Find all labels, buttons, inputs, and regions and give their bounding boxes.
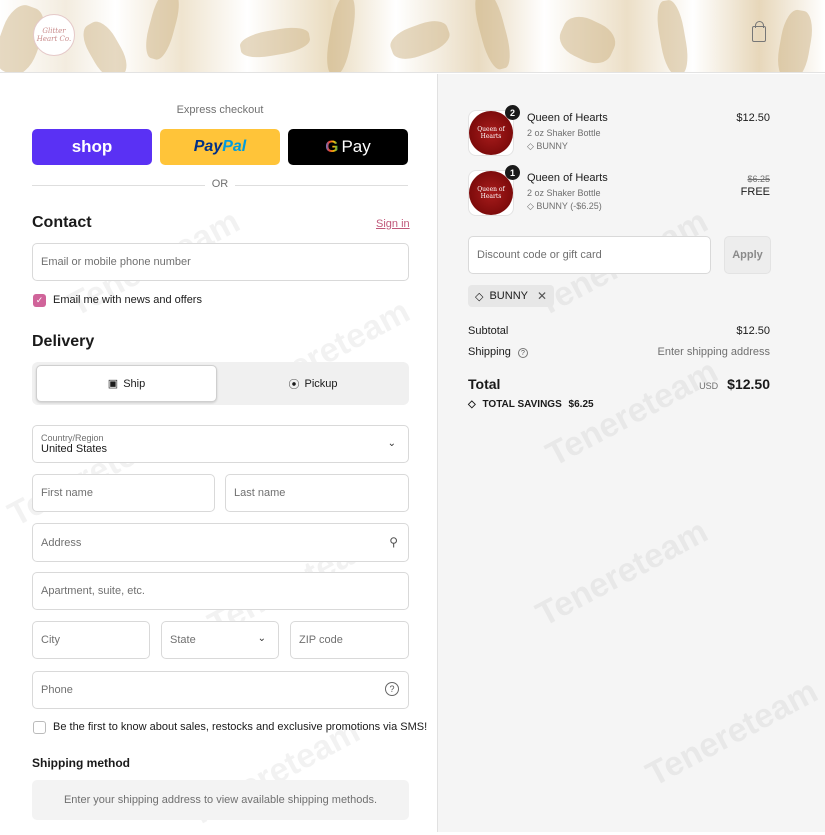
sign-in-link[interactable]: Sign in xyxy=(376,218,410,230)
zip-field[interactable]: ZIP code xyxy=(290,621,409,659)
country-label: Country/Region xyxy=(41,433,104,443)
shipping-label: Shipping ? xyxy=(468,346,528,358)
original-price: $6.25 xyxy=(747,174,770,184)
shipping-label-text: Shipping xyxy=(468,346,511,358)
total-label: Total xyxy=(468,376,501,392)
box-icon: ▣ xyxy=(107,378,119,390)
discount-code-field[interactable]: Discount code or gift card xyxy=(468,236,711,274)
applied-code: BUNNY xyxy=(489,290,528,302)
chevron-down-icon: ⌄ xyxy=(387,438,396,449)
address-field[interactable]: Address ⚲ xyxy=(32,523,409,562)
discount-tag: ◇ BUNNY xyxy=(527,141,568,152)
google-pay-label: Pay xyxy=(341,137,371,156)
quantity-badge: 2 xyxy=(505,105,520,120)
last-name-field[interactable]: Last name xyxy=(225,474,409,512)
sms-checkbox[interactable] xyxy=(33,721,46,734)
first-name-field[interactable]: First name xyxy=(32,474,215,512)
checkout-form: Tenereteam Tenereteam Tenereteam Teneret… xyxy=(0,74,437,834)
product-price: $12.50 xyxy=(736,112,770,124)
watermark: Tenereteam xyxy=(639,672,825,795)
store-logo[interactable]: Glitter Heart Co. xyxy=(33,14,75,56)
google-g-icon: G xyxy=(325,137,339,156)
total-savings: ◇ TOTAL SAVINGS $6.25 xyxy=(468,399,594,410)
tag-icon: ◇ xyxy=(527,141,537,151)
news-checkbox-label: Email me with news and offers xyxy=(53,294,202,306)
address-placeholder: Address xyxy=(41,536,82,549)
city-field[interactable]: City xyxy=(32,621,150,659)
state-select[interactable]: State ⌄ xyxy=(161,621,279,659)
help-icon[interactable]: ? xyxy=(517,348,528,358)
shopping-bag-icon[interactable] xyxy=(752,21,766,42)
paypal-button[interactable]: Pay Pal xyxy=(160,129,280,165)
product-name: Queen of Hearts xyxy=(527,112,608,124)
discount-tag-label: BUNNY xyxy=(536,141,568,151)
banner-decoration xyxy=(653,0,692,72)
google-pay-button[interactable]: G Pay xyxy=(288,129,408,165)
pickup-label: Pickup xyxy=(304,377,338,390)
quantity-badge: 1 xyxy=(505,165,520,180)
delivery-heading: Delivery xyxy=(32,333,95,350)
email-field[interactable]: Email or mobile phone number xyxy=(32,243,409,281)
sms-checkbox-label: Be the first to know about sales, restoc… xyxy=(53,721,428,733)
banner-decoration xyxy=(554,10,621,70)
banner-decoration xyxy=(386,15,454,65)
paypal-label-b: Pal xyxy=(222,138,247,155)
phone-field[interactable]: Phone ? xyxy=(32,671,409,709)
location-pin-icon: ⦿ xyxy=(288,378,300,391)
help-icon[interactable]: ? xyxy=(385,682,399,696)
savings-label: TOTAL SAVINGS xyxy=(482,399,562,410)
country-value: United States xyxy=(41,443,108,455)
apply-button[interactable]: Apply xyxy=(724,236,771,274)
tag-icon: ◇ xyxy=(475,290,484,303)
state-placeholder: State xyxy=(170,634,196,646)
or-separator: OR xyxy=(205,178,235,190)
contact-heading: Contact xyxy=(32,214,92,231)
product-variant: 2 oz Shaker Bottle xyxy=(527,128,601,138)
banner-decoration xyxy=(141,0,184,63)
order-summary: Tenereteam Tenereteam Tenereteam Teneret… xyxy=(437,74,825,832)
country-select[interactable]: Country/Region United States ⌄ xyxy=(32,425,409,463)
banner-decoration xyxy=(323,0,359,72)
total-amount: USD $12.50 xyxy=(699,376,770,392)
shop-pay-button[interactable]: shop xyxy=(32,129,152,165)
discount-tag: ◇ BUNNY (-$6.25) xyxy=(527,201,602,212)
shipping-method-heading: Shipping method xyxy=(32,756,130,770)
store-header: Glitter Heart Co. xyxy=(0,0,825,73)
product-name: Queen of Hearts xyxy=(527,172,608,184)
tag-icon: ◇ xyxy=(527,201,537,211)
product-variant: 2 oz Shaker Bottle xyxy=(527,188,601,198)
banner-decoration xyxy=(77,16,133,72)
subtotal-label: Subtotal xyxy=(468,325,509,337)
savings-value: $6.25 xyxy=(568,399,594,410)
shipping-value: Enter shipping address xyxy=(657,346,770,358)
ship-label: Ship xyxy=(123,377,146,390)
subtotal-value: $12.50 xyxy=(736,325,770,337)
discount-tag-label: BUNNY (-$6.25) xyxy=(536,201,602,211)
watermark: Tenereteam xyxy=(529,512,715,635)
total-value: $12.50 xyxy=(727,376,770,392)
paypal-label-a: Pay xyxy=(193,138,223,155)
search-icon: ⚲ xyxy=(389,535,398,549)
currency-code: USD xyxy=(699,381,719,391)
phone-placeholder: Phone xyxy=(41,684,73,696)
banner-decoration xyxy=(470,0,515,72)
express-checkout-title: Express checkout xyxy=(176,104,264,116)
news-checkbox[interactable]: ✓ xyxy=(33,294,46,307)
product-price: FREE xyxy=(740,186,770,198)
applied-discount-chip: ◇ BUNNY ✕ xyxy=(468,285,555,307)
shipping-method-placeholder: Enter your shipping address to view avai… xyxy=(32,780,409,820)
banner-decoration xyxy=(238,24,312,61)
watermark: Tenereteam xyxy=(539,352,725,475)
remove-discount-icon[interactable]: ✕ xyxy=(537,289,547,303)
apartment-field[interactable]: Apartment, suite, etc. xyxy=(32,572,409,610)
pickup-option[interactable]: ⦿ Pickup xyxy=(220,365,406,402)
banner-decoration xyxy=(774,7,816,72)
ship-option[interactable]: ▣ Ship xyxy=(36,365,217,402)
chevron-down-icon: ⌄ xyxy=(257,633,266,644)
tag-icon: ◇ xyxy=(468,399,476,410)
